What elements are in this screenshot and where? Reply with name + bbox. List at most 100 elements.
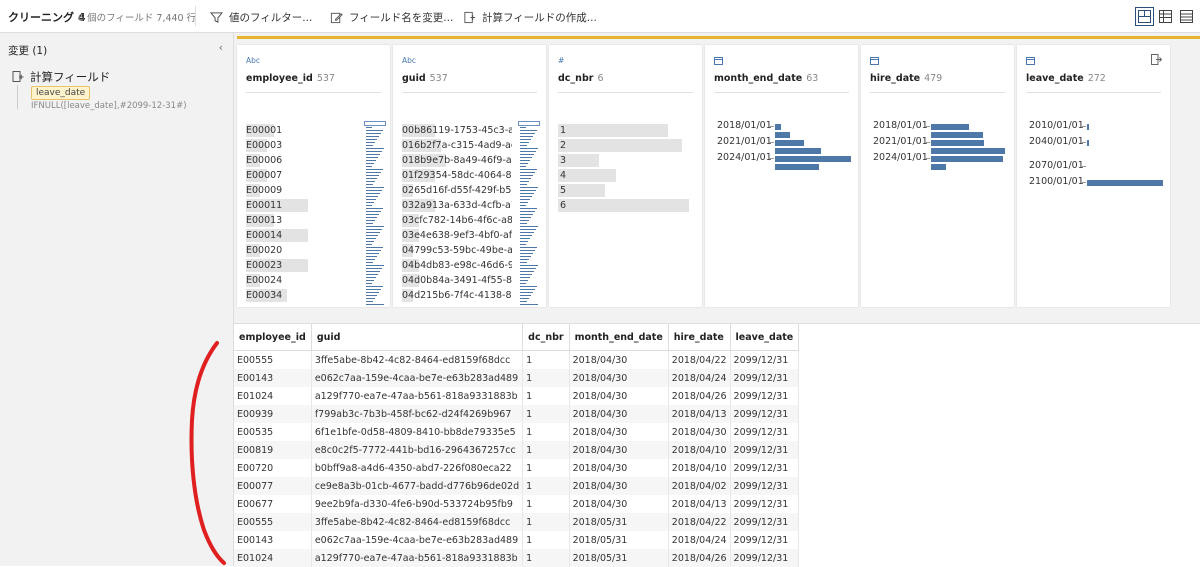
list-item[interactable]: 3 bbox=[558, 153, 696, 168]
profile-view-button[interactable] bbox=[1135, 7, 1154, 26]
field-tag[interactable]: leave_date bbox=[31, 86, 91, 100]
histogram-bar[interactable] bbox=[931, 156, 1004, 162]
table-row[interactable]: E00677 9ee2b9fa-d330-4fe6-b90d-533724b95f… bbox=[234, 495, 800, 513]
table-cell[interactable]: 2018/04/13 bbox=[668, 495, 731, 513]
collapse-panel-icon[interactable]: ‹ bbox=[219, 41, 223, 54]
profile-card-month-end-date[interactable]: month_end_date 63 2018/01/01 2021/01/01 202… bbox=[705, 45, 858, 307]
list-item[interactable]: 5 bbox=[558, 183, 696, 198]
table-cell[interactable]: 2018/05/31 bbox=[569, 549, 669, 567]
table-cell[interactable]: 2018/04/30 bbox=[569, 477, 669, 495]
table-cell[interactable]: 2018/04/24 bbox=[668, 531, 731, 549]
histogram-bar[interactable] bbox=[931, 132, 983, 138]
table-cell[interactable]: E01024 bbox=[234, 549, 312, 567]
table-cell[interactable]: 2099/12/31 bbox=[730, 423, 800, 441]
table-cell[interactable]: 2099/12/31 bbox=[730, 369, 800, 387]
table-cell[interactable]: E00939 bbox=[234, 405, 312, 423]
column-header[interactable]: hire_date bbox=[668, 324, 731, 351]
table-cell[interactable]: 2018/04/30 bbox=[569, 350, 669, 369]
table-cell[interactable]: 1 bbox=[522, 549, 570, 567]
table-cell[interactable]: 2018/04/30 bbox=[569, 369, 669, 387]
list-item[interactable]: 04d0b84a-3491-4f55-8be bbox=[402, 273, 512, 288]
list-item[interactable]: 032a913a-633d-4cfb-a72 bbox=[402, 198, 512, 213]
table-row[interactable]: E00143 e062c7aa-159e-4caa-be7e-e63b283ad4… bbox=[234, 369, 800, 387]
table-cell[interactable]: 1 bbox=[522, 405, 570, 423]
table-cell[interactable]: 1 bbox=[522, 495, 570, 513]
table-row[interactable]: E00535 6f1e1bfe-0d58-4809-8410-bb8de79335… bbox=[234, 423, 800, 441]
table-cell[interactable]: 1 bbox=[522, 459, 570, 477]
table-cell[interactable]: 2018/04/30 bbox=[569, 459, 669, 477]
table-cell[interactable]: e062c7aa-159e-4caa-be7e-e63b283ad489 bbox=[311, 369, 524, 387]
table-cell[interactable]: 2018/04/02 bbox=[668, 477, 731, 495]
table-cell[interactable]: 1 bbox=[522, 441, 570, 459]
table-cell[interactable]: f799ab3c-7b3b-458f-bc62-d24f4269b967 bbox=[311, 405, 524, 423]
table-cell[interactable]: 3ffe5abe-8b42-4c82-8464-ed8159f68dcc bbox=[311, 513, 524, 531]
table-cell[interactable]: 1 bbox=[522, 513, 570, 531]
column-header[interactable]: month_end_date bbox=[569, 324, 669, 351]
table-cell[interactable]: 2099/12/31 bbox=[730, 459, 800, 477]
table-cell[interactable]: 2099/12/31 bbox=[730, 387, 800, 405]
table-cell[interactable]: E00555 bbox=[234, 513, 312, 531]
list-item[interactable]: 1 bbox=[558, 123, 696, 138]
table-cell[interactable]: E00555 bbox=[234, 350, 312, 369]
profile-card-dc-nbr[interactable]: # dc_nbr 6 1 2 3 4 5 6 bbox=[549, 45, 702, 307]
histogram-bar[interactable] bbox=[775, 124, 782, 130]
table-cell[interactable]: 2018/04/22 bbox=[668, 350, 731, 369]
list-item[interactable]: 2 bbox=[558, 138, 696, 153]
list-item[interactable]: 04b4db83-e98c-46d6-986 bbox=[402, 258, 512, 273]
table-row[interactable]: E00143 e062c7aa-159e-4caa-be7e-e63b283ad4… bbox=[234, 531, 800, 549]
table-row[interactable]: E00555 3ffe5abe-8b42-4c82-8464-ed8159f68d… bbox=[234, 350, 800, 369]
table-cell[interactable]: ce9e8a3b-01cb-4677-badd-d776b96de02d bbox=[311, 477, 524, 495]
list-item[interactable]: 04799c53-59bc-49be-ac3 bbox=[402, 243, 512, 258]
list-item[interactable]: 6 bbox=[558, 198, 696, 213]
histogram-bar[interactable] bbox=[1087, 180, 1163, 186]
column-header[interactable]: leave_date bbox=[730, 324, 800, 351]
table-cell[interactable]: 2018/04/30 bbox=[569, 495, 669, 513]
table-cell[interactable]: 1 bbox=[522, 477, 570, 495]
table-cell[interactable]: 2018/04/30 bbox=[569, 387, 669, 405]
list-item[interactable]: 0265d16f-d55f-429f-b57b bbox=[402, 183, 512, 198]
list-item[interactable]: 4 bbox=[558, 168, 696, 183]
table-cell[interactable]: 1 bbox=[522, 531, 570, 549]
table-cell[interactable]: 2018/04/30 bbox=[668, 423, 731, 441]
table-cell[interactable]: 2099/12/31 bbox=[730, 531, 800, 549]
table-cell[interactable]: b0bff9a8-a4d6-4350-abd7-226f080eca22 bbox=[311, 459, 524, 477]
table-row[interactable]: E00720 b0bff9a8-a4d6-4350-abd7-226f080eca… bbox=[234, 459, 800, 477]
table-cell[interactable]: 2018/04/13 bbox=[668, 405, 731, 423]
table-cell[interactable]: 2018/04/10 bbox=[668, 441, 731, 459]
data-view-button[interactable] bbox=[1177, 7, 1196, 26]
table-cell[interactable]: 2099/12/31 bbox=[730, 477, 800, 495]
list-item[interactable]: 03e4e638-9ef3-4bf0-afc6 bbox=[402, 228, 512, 243]
list-item[interactable]: 03cfc782-14b6-4f6c-a822 bbox=[402, 213, 512, 228]
table-row[interactable]: E00077 ce9e8a3b-01cb-4677-badd-d776b96de0… bbox=[234, 477, 800, 495]
histogram-bar[interactable] bbox=[931, 148, 1005, 154]
histogram-bar[interactable] bbox=[931, 140, 985, 146]
histogram-bar[interactable] bbox=[775, 164, 820, 170]
table-cell[interactable]: 9ee2b9fa-d330-4fe6-b90d-533724b95fb9 bbox=[311, 495, 524, 513]
table-cell[interactable]: E00720 bbox=[234, 459, 312, 477]
list-item[interactable]: 01f29354-58dc-4064-841 bbox=[402, 168, 512, 183]
table-cell[interactable]: 6f1e1bfe-0d58-4809-8410-bb8de79335e5 bbox=[311, 423, 524, 441]
table-cell[interactable]: 1 bbox=[522, 350, 570, 369]
column-header[interactable]: guid bbox=[311, 324, 524, 351]
list-item[interactable]: 00b86119-1753-45c3-a4a bbox=[402, 123, 512, 138]
table-cell[interactable]: 2018/04/26 bbox=[668, 387, 731, 405]
filter-values-button[interactable]: 値のフィルター... bbox=[210, 8, 312, 26]
table-cell[interactable]: 1 bbox=[522, 423, 570, 441]
list-item[interactable]: 018b9e7b-8a49-46f9-ae7 bbox=[402, 153, 512, 168]
table-cell[interactable]: 2099/12/31 bbox=[730, 495, 800, 513]
histogram-bar[interactable] bbox=[1087, 124, 1089, 130]
profile-card-employee-id[interactable]: Abc employee_id 537 E00001 E00003 E00006 E00… bbox=[237, 45, 390, 307]
list-item[interactable]: 016b2f7a-c315-4ad9-acd bbox=[402, 138, 512, 153]
change-item-title[interactable]: 計算フィールド bbox=[30, 69, 110, 85]
table-cell[interactable]: 1 bbox=[522, 369, 570, 387]
table-cell[interactable]: 2018/04/26 bbox=[668, 549, 731, 567]
table-cell[interactable]: e062c7aa-159e-4caa-be7e-e63b283ad489 bbox=[311, 531, 524, 549]
table-row[interactable]: E00555 3ffe5abe-8b42-4c82-8464-ed8159f68d… bbox=[234, 513, 800, 531]
table-cell[interactable]: E00077 bbox=[234, 477, 312, 495]
table-cell[interactable]: 2018/04/10 bbox=[668, 459, 731, 477]
table-cell[interactable]: 2099/12/31 bbox=[730, 441, 800, 459]
profile-card-leave-date[interactable]: leave_date 272 2010/01/01 2040/01/01 2070/0… bbox=[1017, 45, 1170, 307]
table-cell[interactable]: E00143 bbox=[234, 369, 312, 387]
table-cell[interactable]: e8c0c2f5-7772-441b-bd16-2964367257cc bbox=[311, 441, 524, 459]
table-cell[interactable]: 2099/12/31 bbox=[730, 513, 800, 531]
